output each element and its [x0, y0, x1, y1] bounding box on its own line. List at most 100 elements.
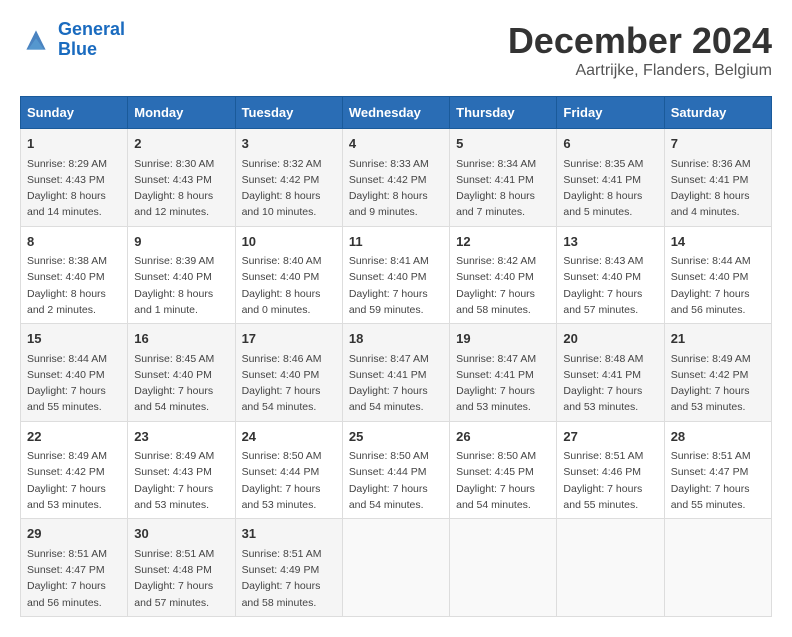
calendar-cell: 10Sunrise: 8:40 AMSunset: 4:40 PMDayligh…: [235, 226, 342, 324]
day-number: 26: [456, 427, 550, 447]
cell-info: Sunrise: 8:33 AMSunset: 4:42 PMDaylight:…: [349, 156, 443, 221]
cell-info: Sunrise: 8:44 AMSunset: 4:40 PMDaylight:…: [27, 351, 121, 416]
page-header: General Blue December 2024 Aartrijke, Fl…: [20, 20, 772, 80]
cell-info: Sunrise: 8:49 AMSunset: 4:42 PMDaylight:…: [671, 351, 765, 416]
calendar-cell: 1Sunrise: 8:29 AMSunset: 4:43 PMDaylight…: [21, 129, 128, 227]
day-number: 31: [242, 524, 336, 544]
calendar-cell: [450, 519, 557, 617]
calendar-cell: 24Sunrise: 8:50 AMSunset: 4:44 PMDayligh…: [235, 421, 342, 519]
day-number: 27: [563, 427, 657, 447]
weekday-header: Wednesday: [342, 97, 449, 129]
day-number: 5: [456, 134, 550, 154]
calendar-cell: 16Sunrise: 8:45 AMSunset: 4:40 PMDayligh…: [128, 324, 235, 422]
calendar-cell: 17Sunrise: 8:46 AMSunset: 4:40 PMDayligh…: [235, 324, 342, 422]
cell-info: Sunrise: 8:51 AMSunset: 4:46 PMDaylight:…: [563, 448, 657, 513]
cell-info: Sunrise: 8:45 AMSunset: 4:40 PMDaylight:…: [134, 351, 228, 416]
calendar-cell: 2Sunrise: 8:30 AMSunset: 4:43 PMDaylight…: [128, 129, 235, 227]
calendar-week-row: 1Sunrise: 8:29 AMSunset: 4:43 PMDaylight…: [21, 129, 772, 227]
calendar-cell: 14Sunrise: 8:44 AMSunset: 4:40 PMDayligh…: [664, 226, 771, 324]
day-number: 9: [134, 232, 228, 252]
cell-info: Sunrise: 8:29 AMSunset: 4:43 PMDaylight:…: [27, 156, 121, 221]
cell-info: Sunrise: 8:46 AMSunset: 4:40 PMDaylight:…: [242, 351, 336, 416]
calendar-cell: 27Sunrise: 8:51 AMSunset: 4:46 PMDayligh…: [557, 421, 664, 519]
weekday-header: Monday: [128, 97, 235, 129]
cell-info: Sunrise: 8:42 AMSunset: 4:40 PMDaylight:…: [456, 253, 550, 318]
weekday-header: Sunday: [21, 97, 128, 129]
title-block: December 2024 Aartrijke, Flanders, Belgi…: [508, 20, 772, 80]
day-number: 15: [27, 329, 121, 349]
logo-line1: General: [58, 19, 125, 39]
calendar-week-row: 29Sunrise: 8:51 AMSunset: 4:47 PMDayligh…: [21, 519, 772, 617]
weekday-header: Thursday: [450, 97, 557, 129]
calendar-cell: 4Sunrise: 8:33 AMSunset: 4:42 PMDaylight…: [342, 129, 449, 227]
cell-info: Sunrise: 8:40 AMSunset: 4:40 PMDaylight:…: [242, 253, 336, 318]
day-number: 23: [134, 427, 228, 447]
calendar-week-row: 8Sunrise: 8:38 AMSunset: 4:40 PMDaylight…: [21, 226, 772, 324]
cell-info: Sunrise: 8:36 AMSunset: 4:41 PMDaylight:…: [671, 156, 765, 221]
calendar-cell: 12Sunrise: 8:42 AMSunset: 4:40 PMDayligh…: [450, 226, 557, 324]
day-number: 1: [27, 134, 121, 154]
cell-info: Sunrise: 8:30 AMSunset: 4:43 PMDaylight:…: [134, 156, 228, 221]
logo-text: General Blue: [58, 20, 125, 60]
day-number: 22: [27, 427, 121, 447]
cell-info: Sunrise: 8:32 AMSunset: 4:42 PMDaylight:…: [242, 156, 336, 221]
calendar-cell: 22Sunrise: 8:49 AMSunset: 4:42 PMDayligh…: [21, 421, 128, 519]
calendar-cell: 5Sunrise: 8:34 AMSunset: 4:41 PMDaylight…: [450, 129, 557, 227]
cell-info: Sunrise: 8:43 AMSunset: 4:40 PMDaylight:…: [563, 253, 657, 318]
calendar-cell: 11Sunrise: 8:41 AMSunset: 4:40 PMDayligh…: [342, 226, 449, 324]
calendar-cell: 25Sunrise: 8:50 AMSunset: 4:44 PMDayligh…: [342, 421, 449, 519]
calendar-cell: 3Sunrise: 8:32 AMSunset: 4:42 PMDaylight…: [235, 129, 342, 227]
cell-info: Sunrise: 8:51 AMSunset: 4:47 PMDaylight:…: [27, 546, 121, 611]
day-number: 29: [27, 524, 121, 544]
calendar-cell: [557, 519, 664, 617]
cell-info: Sunrise: 8:47 AMSunset: 4:41 PMDaylight:…: [349, 351, 443, 416]
day-number: 21: [671, 329, 765, 349]
calendar-cell: 13Sunrise: 8:43 AMSunset: 4:40 PMDayligh…: [557, 226, 664, 324]
calendar-cell: 29Sunrise: 8:51 AMSunset: 4:47 PMDayligh…: [21, 519, 128, 617]
weekday-header: Saturday: [664, 97, 771, 129]
calendar-table: SundayMondayTuesdayWednesdayThursdayFrid…: [20, 96, 772, 617]
calendar-cell: 8Sunrise: 8:38 AMSunset: 4:40 PMDaylight…: [21, 226, 128, 324]
cell-info: Sunrise: 8:35 AMSunset: 4:41 PMDaylight:…: [563, 156, 657, 221]
cell-info: Sunrise: 8:38 AMSunset: 4:40 PMDaylight:…: [27, 253, 121, 318]
day-number: 2: [134, 134, 228, 154]
calendar-cell: 23Sunrise: 8:49 AMSunset: 4:43 PMDayligh…: [128, 421, 235, 519]
logo-line2: Blue: [58, 39, 97, 59]
weekday-header: Friday: [557, 97, 664, 129]
logo: General Blue: [20, 20, 125, 60]
cell-info: Sunrise: 8:48 AMSunset: 4:41 PMDaylight:…: [563, 351, 657, 416]
cell-info: Sunrise: 8:51 AMSunset: 4:47 PMDaylight:…: [671, 448, 765, 513]
day-number: 14: [671, 232, 765, 252]
cell-info: Sunrise: 8:50 AMSunset: 4:45 PMDaylight:…: [456, 448, 550, 513]
cell-info: Sunrise: 8:51 AMSunset: 4:48 PMDaylight:…: [134, 546, 228, 611]
month-title: December 2024: [508, 20, 772, 62]
day-number: 19: [456, 329, 550, 349]
calendar-cell: 6Sunrise: 8:35 AMSunset: 4:41 PMDaylight…: [557, 129, 664, 227]
location: Aartrijke, Flanders, Belgium: [508, 62, 772, 80]
cell-info: Sunrise: 8:49 AMSunset: 4:43 PMDaylight:…: [134, 448, 228, 513]
calendar-cell: 21Sunrise: 8:49 AMSunset: 4:42 PMDayligh…: [664, 324, 771, 422]
cell-info: Sunrise: 8:50 AMSunset: 4:44 PMDaylight:…: [349, 448, 443, 513]
day-number: 11: [349, 232, 443, 252]
day-number: 8: [27, 232, 121, 252]
calendar-cell: 15Sunrise: 8:44 AMSunset: 4:40 PMDayligh…: [21, 324, 128, 422]
weekday-header: Tuesday: [235, 97, 342, 129]
day-number: 6: [563, 134, 657, 154]
calendar-cell: 28Sunrise: 8:51 AMSunset: 4:47 PMDayligh…: [664, 421, 771, 519]
calendar-cell: 31Sunrise: 8:51 AMSunset: 4:49 PMDayligh…: [235, 519, 342, 617]
cell-info: Sunrise: 8:41 AMSunset: 4:40 PMDaylight:…: [349, 253, 443, 318]
calendar-week-row: 22Sunrise: 8:49 AMSunset: 4:42 PMDayligh…: [21, 421, 772, 519]
day-number: 24: [242, 427, 336, 447]
day-number: 16: [134, 329, 228, 349]
day-number: 12: [456, 232, 550, 252]
calendar-cell: 26Sunrise: 8:50 AMSunset: 4:45 PMDayligh…: [450, 421, 557, 519]
day-number: 18: [349, 329, 443, 349]
day-number: 4: [349, 134, 443, 154]
calendar-cell: 9Sunrise: 8:39 AMSunset: 4:40 PMDaylight…: [128, 226, 235, 324]
header-row: SundayMondayTuesdayWednesdayThursdayFrid…: [21, 97, 772, 129]
day-number: 20: [563, 329, 657, 349]
day-number: 13: [563, 232, 657, 252]
cell-info: Sunrise: 8:44 AMSunset: 4:40 PMDaylight:…: [671, 253, 765, 318]
day-number: 17: [242, 329, 336, 349]
calendar-cell: [342, 519, 449, 617]
